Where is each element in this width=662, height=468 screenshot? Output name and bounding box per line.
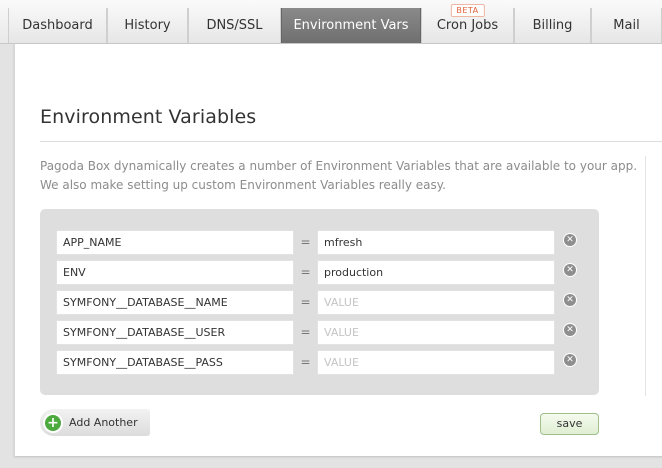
tab-history[interactable]: History [107, 8, 188, 43]
variable-value-input[interactable]: VALUE [317, 350, 555, 375]
equals-sign: = [300, 265, 311, 279]
tab-billing[interactable]: Billing [514, 8, 591, 43]
tab-label: Environment Vars [293, 18, 409, 33]
tab-label: History [124, 18, 171, 33]
add-another-label: Add Another [69, 416, 138, 429]
variable-name-input[interactable]: APP_NAME [56, 230, 294, 255]
remove-variable-icon[interactable]: ✕ [564, 234, 576, 246]
variable-value-input[interactable]: production [317, 260, 555, 285]
variable-value-input[interactable]: mfresh [317, 230, 555, 255]
page-description: Pagoda Box dynamically creates a number … [40, 157, 640, 195]
variable-name-input[interactable]: ENV [56, 260, 294, 285]
tab-dashboard[interactable]: Dashboard [8, 8, 107, 43]
description-line: Pagoda Box dynamically creates a number … [40, 159, 638, 173]
tab-bar: Dashboard History DNS/SSL Environment Va… [0, 0, 662, 44]
tab-environment-vars[interactable]: Environment Vars [281, 8, 421, 43]
variable-row: SYMFONY__DATABASE__USER = VALUE ✕ [56, 320, 591, 345]
tab-mail[interactable]: Mail [591, 8, 662, 43]
remove-variable-icon[interactable]: ✕ [564, 354, 576, 366]
plus-circle-icon: + [45, 414, 61, 431]
variable-row: SYMFONY__DATABASE__NAME = VALUE ✕ [56, 290, 591, 315]
equals-sign: = [300, 295, 311, 309]
tab-label: Mail [613, 18, 640, 33]
add-another-button[interactable]: + Add Another [40, 409, 150, 436]
title-divider [40, 141, 662, 142]
variables-list: APP_NAME = mfresh ✕ ENV = production ✕ S… [40, 209, 599, 395]
tab-dns-ssl[interactable]: DNS/SSL [188, 8, 281, 43]
variable-row: ENV = production ✕ [56, 260, 591, 285]
tab-label: Cron Jobs [436, 18, 499, 33]
tab-label: Dashboard [22, 18, 93, 33]
variable-value-input[interactable]: VALUE [317, 320, 555, 345]
tab-label: DNS/SSL [206, 18, 263, 33]
variable-name-input[interactable]: SYMFONY__DATABASE__NAME [56, 290, 294, 315]
save-button[interactable]: save [540, 413, 599, 435]
equals-sign: = [300, 235, 311, 249]
variable-name-input[interactable]: SYMFONY__DATABASE__USER [56, 320, 294, 345]
description-line: We also make setting up custom Environme… [40, 178, 446, 192]
equals-sign: = [300, 325, 311, 339]
page-title: Environment Variables [40, 106, 257, 128]
sidebar-divider [645, 156, 646, 396]
variable-row: SYMFONY__DATABASE__PASS = VALUE ✕ [56, 350, 591, 375]
remove-variable-icon[interactable]: ✕ [564, 264, 576, 276]
remove-variable-icon[interactable]: ✕ [564, 294, 576, 306]
variable-row: APP_NAME = mfresh ✕ [56, 230, 591, 255]
remove-variable-icon[interactable]: ✕ [564, 324, 576, 336]
variable-value-input[interactable]: VALUE [317, 290, 555, 315]
tab-label: Billing [532, 18, 573, 33]
variable-name-input[interactable]: SYMFONY__DATABASE__PASS [56, 350, 294, 375]
equals-sign: = [300, 355, 311, 369]
tab-cron-jobs[interactable]: BETA Cron Jobs [421, 4, 514, 43]
beta-badge: BETA [450, 4, 485, 17]
